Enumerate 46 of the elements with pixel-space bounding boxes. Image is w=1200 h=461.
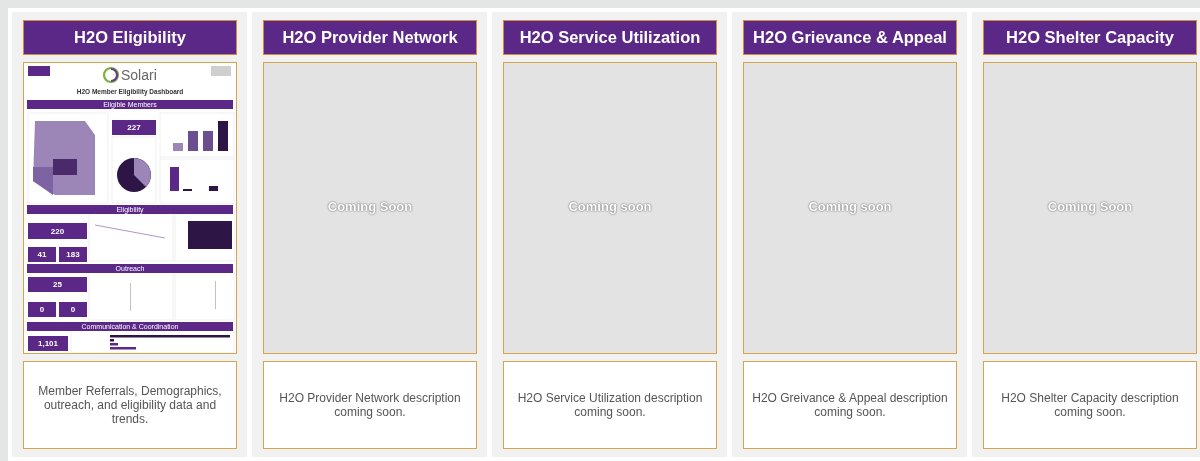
- card-title[interactable]: H2O Grievance & Appeal: [743, 20, 957, 55]
- metric-tile: [28, 223, 87, 239]
- preview-placeholder[interactable]: Coming soon: [503, 62, 717, 354]
- card-description: Member Referrals, Demographics, outreach, and eligibility data and trends.: [37, 384, 223, 426]
- card-description: H2O Service Utilization description coming soon.: [516, 391, 704, 419]
- metric-tile: [28, 302, 56, 317]
- coming-soon-label: Coming Soon: [1047, 198, 1133, 214]
- back-button: [28, 66, 50, 76]
- metric-value: 25: [53, 280, 62, 290]
- coming-soon-label: Coming soon: [808, 198, 892, 214]
- chart-bar: [188, 221, 232, 249]
- card-title[interactable]: H2O Shelter Capacity: [983, 20, 1197, 55]
- chart-panel: [174, 271, 235, 321]
- metric-tile: [28, 247, 56, 262]
- preview-placeholder[interactable]: Coming Soon: [983, 62, 1197, 354]
- line-chart-line: [94, 224, 166, 239]
- metric-value: 0: [70, 305, 76, 315]
- chart-axis: [215, 281, 216, 309]
- coming-soon-label: Coming soon: [568, 198, 652, 214]
- bar-chart-drawing: [170, 167, 218, 191]
- preview-placeholder[interactable]: Coming soon: [743, 62, 957, 354]
- card-title[interactable]: H2O Provider Network: [263, 20, 477, 55]
- card-title[interactable]: H2O Service Utilization: [503, 20, 717, 55]
- metric-value: 0: [39, 305, 45, 315]
- card-description: H2O Shelter Capacity description coming soon.: [1000, 391, 1180, 419]
- metric-tile: [112, 120, 156, 135]
- metric-tile: [28, 277, 87, 292]
- metric-tile: [28, 336, 68, 351]
- card-description: H2O Provider Network description coming soon.: [278, 391, 462, 419]
- bar-chart-drawing: [173, 121, 228, 151]
- logo-text: Solari: [121, 67, 157, 83]
- card-description: H2O Greivance & Appeal description coming soon.: [751, 391, 949, 419]
- preview-placeholder[interactable]: Coming Soon: [263, 62, 477, 354]
- next-button: [211, 66, 231, 76]
- pie-chart-drawing: [117, 158, 151, 192]
- metric-tile: [59, 302, 87, 317]
- card-title[interactable]: H2O Eligibility: [23, 20, 237, 55]
- metric-value: 220: [50, 226, 65, 236]
- chart-axis: [130, 283, 131, 311]
- metric-value: 183: [66, 250, 80, 260]
- coming-soon-label: Coming Soon: [327, 198, 413, 214]
- metric-value: 1,101: [38, 339, 58, 349]
- metric-value: 227: [127, 123, 141, 133]
- metric-tile: [59, 247, 87, 262]
- logo-swirl-icon: [102, 66, 120, 84]
- metric-value: 41: [37, 250, 47, 260]
